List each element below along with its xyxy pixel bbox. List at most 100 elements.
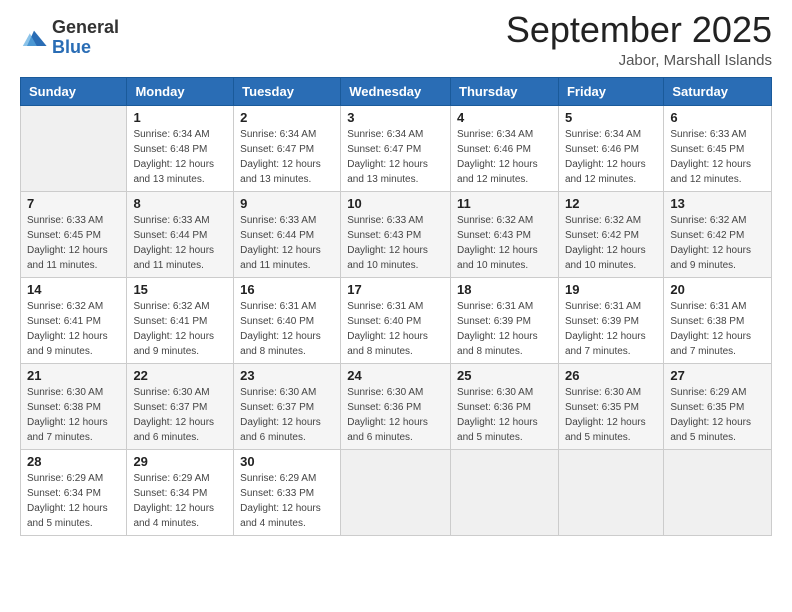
calendar-cell — [451, 449, 559, 535]
day-detail: Sunrise: 6:31 AM Sunset: 6:38 PM Dayligh… — [670, 299, 765, 359]
calendar-week-row: 21 Sunrise: 6:30 AM Sunset: 6:38 PM Dayli… — [21, 363, 772, 449]
day-number: 23 — [240, 368, 334, 383]
day-detail: Sunrise: 6:29 AM Sunset: 6:35 PM Dayligh… — [670, 385, 765, 445]
day-number: 14 — [27, 282, 120, 297]
day-detail: Sunrise: 6:33 AM Sunset: 6:45 PM Dayligh… — [670, 127, 765, 187]
calendar-week-row: 1 Sunrise: 6:34 AM Sunset: 6:48 PM Daylig… — [21, 105, 772, 191]
calendar-cell: 27 Sunrise: 6:29 AM Sunset: 6:35 PM Dayli… — [664, 363, 772, 449]
day-number: 30 — [240, 454, 334, 469]
calendar-cell — [341, 449, 451, 535]
day-number: 10 — [347, 196, 444, 211]
calendar-cell: 10 Sunrise: 6:33 AM Sunset: 6:43 PM Dayli… — [341, 191, 451, 277]
calendar-cell: 29 Sunrise: 6:29 AM Sunset: 6:34 PM Dayli… — [127, 449, 234, 535]
day-detail: Sunrise: 6:29 AM Sunset: 6:34 PM Dayligh… — [133, 471, 227, 531]
day-number: 29 — [133, 454, 227, 469]
day-detail: Sunrise: 6:34 AM Sunset: 6:47 PM Dayligh… — [347, 127, 444, 187]
calendar-cell — [664, 449, 772, 535]
calendar-cell: 14 Sunrise: 6:32 AM Sunset: 6:41 PM Dayli… — [21, 277, 127, 363]
day-number: 19 — [565, 282, 657, 297]
day-detail: Sunrise: 6:30 AM Sunset: 6:36 PM Dayligh… — [347, 385, 444, 445]
logo: General Blue — [20, 18, 119, 58]
day-detail: Sunrise: 6:31 AM Sunset: 6:40 PM Dayligh… — [240, 299, 334, 359]
day-number: 24 — [347, 368, 444, 383]
day-detail: Sunrise: 6:34 AM Sunset: 6:46 PM Dayligh… — [457, 127, 552, 187]
day-detail: Sunrise: 6:32 AM Sunset: 6:41 PM Dayligh… — [27, 299, 120, 359]
day-number: 3 — [347, 110, 444, 125]
calendar-cell: 12 Sunrise: 6:32 AM Sunset: 6:42 PM Dayli… — [558, 191, 663, 277]
calendar-cell: 26 Sunrise: 6:30 AM Sunset: 6:35 PM Dayli… — [558, 363, 663, 449]
calendar-cell: 8 Sunrise: 6:33 AM Sunset: 6:44 PM Daylig… — [127, 191, 234, 277]
day-detail: Sunrise: 6:31 AM Sunset: 6:39 PM Dayligh… — [565, 299, 657, 359]
calendar-week-row: 7 Sunrise: 6:33 AM Sunset: 6:45 PM Daylig… — [21, 191, 772, 277]
day-detail: Sunrise: 6:32 AM Sunset: 6:42 PM Dayligh… — [670, 213, 765, 273]
day-number: 2 — [240, 110, 334, 125]
day-detail: Sunrise: 6:32 AM Sunset: 6:42 PM Dayligh… — [565, 213, 657, 273]
day-detail: Sunrise: 6:34 AM Sunset: 6:48 PM Dayligh… — [133, 127, 227, 187]
calendar-header-wednesday: Wednesday — [341, 77, 451, 105]
day-number: 8 — [133, 196, 227, 211]
day-number: 13 — [670, 196, 765, 211]
day-detail: Sunrise: 6:33 AM Sunset: 6:45 PM Dayligh… — [27, 213, 120, 273]
calendar-cell — [558, 449, 663, 535]
day-number: 4 — [457, 110, 552, 125]
month-title: September 2025 — [506, 10, 772, 50]
day-number: 26 — [565, 368, 657, 383]
calendar-header-sunday: Sunday — [21, 77, 127, 105]
day-detail: Sunrise: 6:30 AM Sunset: 6:35 PM Dayligh… — [565, 385, 657, 445]
calendar-cell: 9Sunrise: 6:33 AM Sunset: 6:44 PM Daylig… — [234, 191, 341, 277]
calendar: SundayMondayTuesdayWednesdayThursdayFrid… — [20, 77, 772, 536]
day-detail: Sunrise: 6:30 AM Sunset: 6:37 PM Dayligh… — [240, 385, 334, 445]
calendar-header-saturday: Saturday — [664, 77, 772, 105]
calendar-header-friday: Friday — [558, 77, 663, 105]
calendar-cell: 22 Sunrise: 6:30 AM Sunset: 6:37 PM Dayli… — [127, 363, 234, 449]
day-number: 21 — [27, 368, 120, 383]
day-detail: Sunrise: 6:31 AM Sunset: 6:40 PM Dayligh… — [347, 299, 444, 359]
calendar-cell: 19 Sunrise: 6:31 AM Sunset: 6:39 PM Dayli… — [558, 277, 663, 363]
day-detail: Sunrise: 6:30 AM Sunset: 6:38 PM Dayligh… — [27, 385, 120, 445]
day-number: 22 — [133, 368, 227, 383]
day-number: 28 — [27, 454, 120, 469]
day-detail: Sunrise: 6:33 AM Sunset: 6:44 PM Dayligh… — [133, 213, 227, 273]
day-detail: Sunrise: 6:31 AM Sunset: 6:39 PM Dayligh… — [457, 299, 552, 359]
calendar-cell: 7 Sunrise: 6:33 AM Sunset: 6:45 PM Daylig… — [21, 191, 127, 277]
logo-text: General Blue — [52, 18, 119, 58]
calendar-cell: 30Sunrise: 6:29 AM Sunset: 6:33 PM Dayli… — [234, 449, 341, 535]
day-number: 1 — [133, 110, 227, 125]
calendar-cell: 17 Sunrise: 6:31 AM Sunset: 6:40 PM Dayli… — [341, 277, 451, 363]
day-detail: Sunrise: 6:33 AM Sunset: 6:43 PM Dayligh… — [347, 213, 444, 273]
calendar-week-row: 14 Sunrise: 6:32 AM Sunset: 6:41 PM Dayli… — [21, 277, 772, 363]
day-number: 15 — [133, 282, 227, 297]
day-number: 17 — [347, 282, 444, 297]
day-detail: Sunrise: 6:30 AM Sunset: 6:36 PM Dayligh… — [457, 385, 552, 445]
day-detail: Sunrise: 6:34 AM Sunset: 6:46 PM Dayligh… — [565, 127, 657, 187]
calendar-cell: 20 Sunrise: 6:31 AM Sunset: 6:38 PM Dayli… — [664, 277, 772, 363]
day-number: 7 — [27, 196, 120, 211]
day-number: 27 — [670, 368, 765, 383]
calendar-header-row: SundayMondayTuesdayWednesdayThursdayFrid… — [21, 77, 772, 105]
calendar-cell: 16Sunrise: 6:31 AM Sunset: 6:40 PM Dayli… — [234, 277, 341, 363]
day-number: 5 — [565, 110, 657, 125]
calendar-cell: 18Sunrise: 6:31 AM Sunset: 6:39 PM Dayli… — [451, 277, 559, 363]
calendar-header-tuesday: Tuesday — [234, 77, 341, 105]
day-number: 6 — [670, 110, 765, 125]
calendar-cell: 24 Sunrise: 6:30 AM Sunset: 6:36 PM Dayli… — [341, 363, 451, 449]
calendar-cell: 4 Sunrise: 6:34 AM Sunset: 6:46 PM Daylig… — [451, 105, 559, 191]
day-detail: Sunrise: 6:29 AM Sunset: 6:34 PM Dayligh… — [27, 471, 120, 531]
calendar-cell: 25 Sunrise: 6:30 AM Sunset: 6:36 PM Dayli… — [451, 363, 559, 449]
calendar-cell: 2 Sunrise: 6:34 AM Sunset: 6:47 PM Daylig… — [234, 105, 341, 191]
day-number: 20 — [670, 282, 765, 297]
calendar-cell: 13 Sunrise: 6:32 AM Sunset: 6:42 PM Dayli… — [664, 191, 772, 277]
day-detail: Sunrise: 6:30 AM Sunset: 6:37 PM Dayligh… — [133, 385, 227, 445]
day-number: 11 — [457, 196, 552, 211]
day-detail: Sunrise: 6:32 AM Sunset: 6:43 PM Dayligh… — [457, 213, 552, 273]
day-detail: Sunrise: 6:34 AM Sunset: 6:47 PM Dayligh… — [240, 127, 334, 187]
day-number: 12 — [565, 196, 657, 211]
day-detail: Sunrise: 6:33 AM Sunset: 6:44 PM Dayligh… — [240, 213, 334, 273]
calendar-cell: 28 Sunrise: 6:29 AM Sunset: 6:34 PM Dayli… — [21, 449, 127, 535]
calendar-cell: 15Sunrise: 6:32 AM Sunset: 6:41 PM Dayli… — [127, 277, 234, 363]
subtitle: Jabor, Marshall Islands — [506, 52, 772, 69]
calendar-cell: 5 Sunrise: 6:34 AM Sunset: 6:46 PM Daylig… — [558, 105, 663, 191]
day-number: 25 — [457, 368, 552, 383]
logo-icon — [20, 25, 48, 53]
calendar-cell: 23 Sunrise: 6:30 AM Sunset: 6:37 PM Dayli… — [234, 363, 341, 449]
